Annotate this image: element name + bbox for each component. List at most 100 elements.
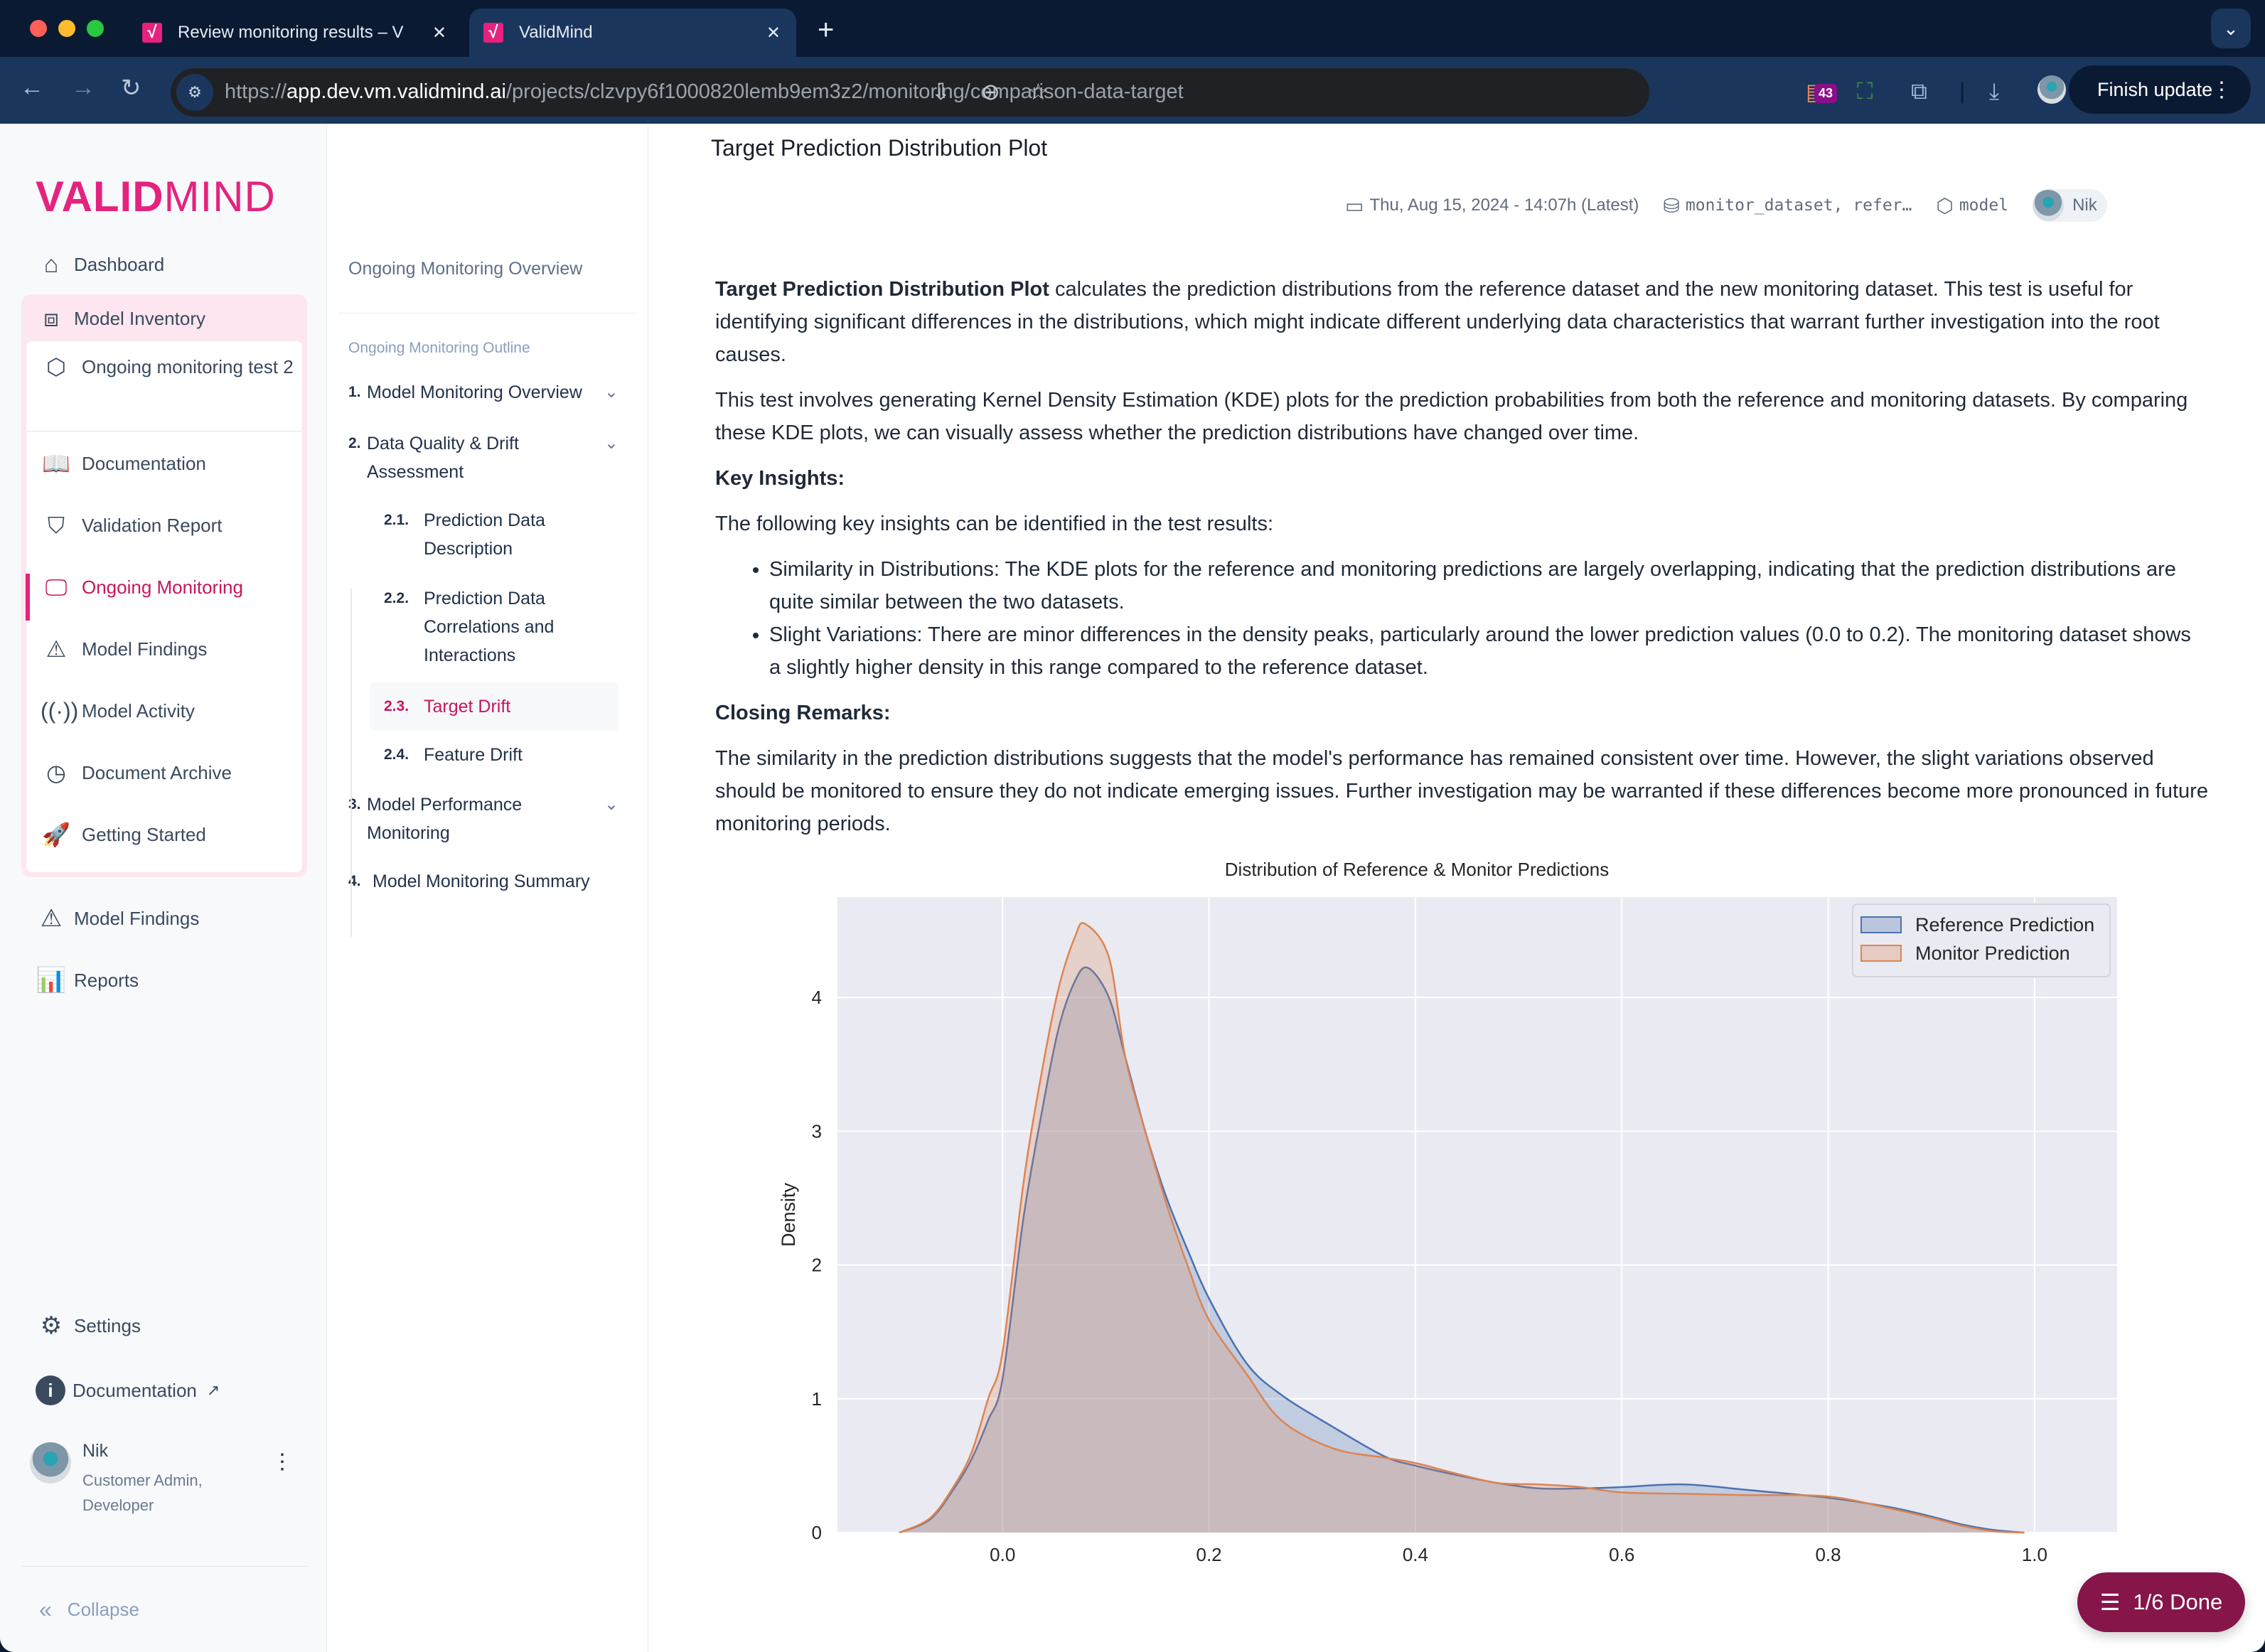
x-tick-label: 0.2 — [1196, 1544, 1222, 1565]
sidebar-item-label: Model Activity — [82, 700, 195, 722]
sidebar-item-document-archive[interactable]: ◷ Document Archive — [41, 758, 296, 787]
run-date[interactable]: ▭ Thu, Aug 15, 2024 - 14:07h (Latest) — [1345, 194, 1639, 218]
sidebar-item-validation-report[interactable]: ⛉ Validation Report — [41, 511, 296, 540]
url-scheme: https:// — [225, 80, 287, 103]
x-tick-label: 0.8 — [1815, 1544, 1841, 1565]
y-tick-label: 4 — [812, 987, 822, 1008]
model-tag[interactable]: ⬡ model — [1936, 194, 2008, 218]
outline-section[interactable]: 1. Model Monitoring Overview ⌄ — [348, 378, 619, 407]
forward-button[interactable]: → — [71, 74, 95, 102]
sidebar: VALIDMIND ⌂ Dashboard ⧈ Model Inventory … — [0, 124, 327, 1652]
app-root: VALIDMIND ⌂ Dashboard ⧈ Model Inventory … — [0, 124, 2265, 1652]
section-number: 2. — [348, 435, 361, 451]
sidebar-item-findings[interactable]: ⚠ Model Findings — [36, 901, 200, 936]
browser-tab[interactable]: √ Review monitoring results – V ✕ — [128, 9, 462, 57]
outline-section[interactable]: 2. Data Quality & Drift Assessment ⌄ — [348, 429, 619, 486]
x-tick-label: 0.0 — [990, 1544, 1015, 1565]
sidebar-item-model-inventory[interactable]: ⧈ Model Inventory — [36, 301, 205, 336]
sidebar-item-settings[interactable]: ⚙ Settings — [36, 1308, 141, 1343]
sidebar-item-model[interactable]: ⬡ Ongoing monitoring test 2 — [41, 353, 296, 381]
bookmark-star-icon[interactable]: ☆ — [1028, 78, 1049, 105]
key-insights-intro: The following key insights can be identi… — [715, 513, 1274, 535]
legend-swatch — [1860, 945, 1902, 962]
collapse-sidebar-button[interactable]: « Collapse — [39, 1597, 139, 1623]
insight-item: Slight Variations: There are minor diffe… — [769, 618, 2208, 684]
new-tab-button[interactable]: + — [818, 14, 834, 46]
extension-badge: 43 — [1814, 84, 1838, 103]
intro-paragraph: Target Prediction Distribution Plot calc… — [715, 273, 2208, 371]
maximize-window-button[interactable] — [87, 20, 104, 37]
outline-subsection[interactable]: 2.4. Feature Drift — [370, 741, 619, 769]
address-bar[interactable]: ⚙ https://app.dev.vm.validmind.ai/projec… — [171, 68, 1649, 117]
model-submenu: ⬡ Ongoing monitoring test 2 📖 Documentat… — [26, 341, 302, 872]
subsection-label: Prediction Data Correlations and Interac… — [424, 589, 555, 665]
chevron-down-icon[interactable]: ⌄ — [604, 790, 619, 819]
datasets-text: monitor_dataset, refer… — [1685, 196, 1912, 215]
finish-update-button[interactable]: Finish update ⋮ — [2069, 65, 2251, 114]
sidebar-item-model-findings[interactable]: ⚠ Model Findings — [41, 635, 296, 663]
cube-icon: ⬡ — [46, 354, 66, 380]
sidebar-item-dashboard[interactable]: ⌂ Dashboard — [36, 247, 164, 282]
finish-update-label: Finish update — [2097, 78, 2213, 100]
outline-section[interactable]: 4. Model Monitoring Summary — [348, 867, 619, 896]
install-app-icon[interactable]: ⇩ — [931, 78, 951, 105]
close-tab-icon[interactable]: ✕ — [432, 23, 446, 43]
sidebar-item-documentation[interactable]: 📖 Documentation — [41, 449, 296, 478]
avatar — [30, 1442, 71, 1484]
user-chip[interactable]: Nik — [2033, 189, 2107, 222]
validmind-logo[interactable]: VALIDMIND — [36, 172, 276, 221]
datasets[interactable]: ⛁ monitor_dataset, refer… — [1663, 194, 1912, 218]
sidebar-item-model-activity[interactable]: ((·)) Model Activity — [41, 697, 296, 725]
home-icon: ⌂ — [43, 250, 59, 278]
zoom-icon[interactable]: ⊖ — [981, 78, 1000, 105]
sidebar-item-label: Ongoing Monitoring — [82, 576, 243, 598]
calendar-icon: ▭ — [1345, 194, 1364, 217]
tab-title: ValidMind — [519, 23, 593, 42]
key-insights-heading: Key Insights: — [715, 467, 845, 490]
back-button[interactable]: ← — [20, 74, 44, 102]
close-tab-icon[interactable]: ✕ — [766, 23, 781, 43]
reload-button[interactable]: ↻ — [121, 74, 141, 102]
tab-search-button[interactable]: ⌄ — [2211, 9, 2251, 48]
chevron-down-icon[interactable]: ⌄ — [604, 429, 619, 458]
insight-title: Similarity in Distributions — [769, 558, 994, 581]
sidebar-item-docs-external[interactable]: i Documentation ↗ — [36, 1373, 220, 1408]
collapse-label: Collapse — [67, 1599, 139, 1620]
outline-overview-link[interactable]: Ongoing Monitoring Overview — [348, 259, 582, 279]
subsection-number: 2.1. — [384, 512, 409, 528]
shield-check-icon: ⛉ — [47, 513, 65, 538]
outline-subsection[interactable]: 2.2. Prediction Data Correlations and In… — [370, 584, 619, 670]
sidebar-item-label: Model Findings — [74, 907, 200, 929]
sidebar-item-label: Reports — [74, 969, 139, 991]
sidebar-item-reports[interactable]: 📊 Reports — [36, 962, 139, 998]
site-settings-icon[interactable]: ⚙ — [176, 74, 213, 111]
more-vert-icon[interactable]: ⋮ — [272, 1449, 293, 1474]
sidebar-item-getting-started[interactable]: 🚀 Getting Started — [41, 820, 296, 849]
outline-section[interactable]: 3. Model Performance Monitoring ⌄ — [348, 790, 619, 847]
cubes-icon: ⧈ — [43, 304, 59, 332]
insight-item: Similarity in Distributions: The KDE plo… — [769, 553, 2208, 618]
checklist-progress-button[interactable]: ☰ 1/6 Done — [2077, 1572, 2245, 1632]
outline-subsection-active[interactable]: 2.3. Target Drift — [370, 682, 619, 731]
run-date-text: Thu, Aug 15, 2024 - 14:07h (Latest) — [1369, 195, 1639, 215]
external-link-icon: ↗ — [206, 1381, 220, 1399]
logo-light: MIND — [164, 173, 276, 220]
downloads-icon[interactable]: ⤓ — [1989, 78, 1999, 105]
profile-avatar[interactable] — [2038, 75, 2066, 104]
test-description: Target Prediction Distribution Plot calc… — [715, 273, 2208, 853]
extensions-puzzle-icon[interactable]: ⧉ — [1911, 78, 1927, 105]
sidebar-item-label: Model Inventory — [74, 307, 205, 329]
close-window-button[interactable] — [30, 20, 47, 37]
browser-tab-active[interactable]: √ ValidMind ✕ — [469, 9, 796, 57]
warning-icon: ⚠ — [45, 636, 67, 662]
bar-chart-icon: 📊 — [36, 967, 67, 994]
screenshot-extension-icon[interactable]: ⛶ — [1857, 78, 1873, 105]
url-path: /projects/clzvpy6f1000820lemb9em3z2/moni… — [506, 80, 1184, 103]
chevron-down-icon[interactable]: ⌄ — [604, 378, 619, 407]
page-title: Target Prediction Distribution Plot — [711, 135, 1048, 161]
divider — [21, 1566, 307, 1567]
result-metadata: ▭ Thu, Aug 15, 2024 - 14:07h (Latest) ⛁ … — [1345, 189, 2107, 222]
outline-subsection[interactable]: 2.1. Prediction Data Description — [370, 506, 619, 563]
minimize-window-button[interactable] — [58, 20, 75, 37]
sidebar-item-ongoing-monitoring[interactable]: 🖵 Ongoing Monitoring — [41, 573, 296, 601]
